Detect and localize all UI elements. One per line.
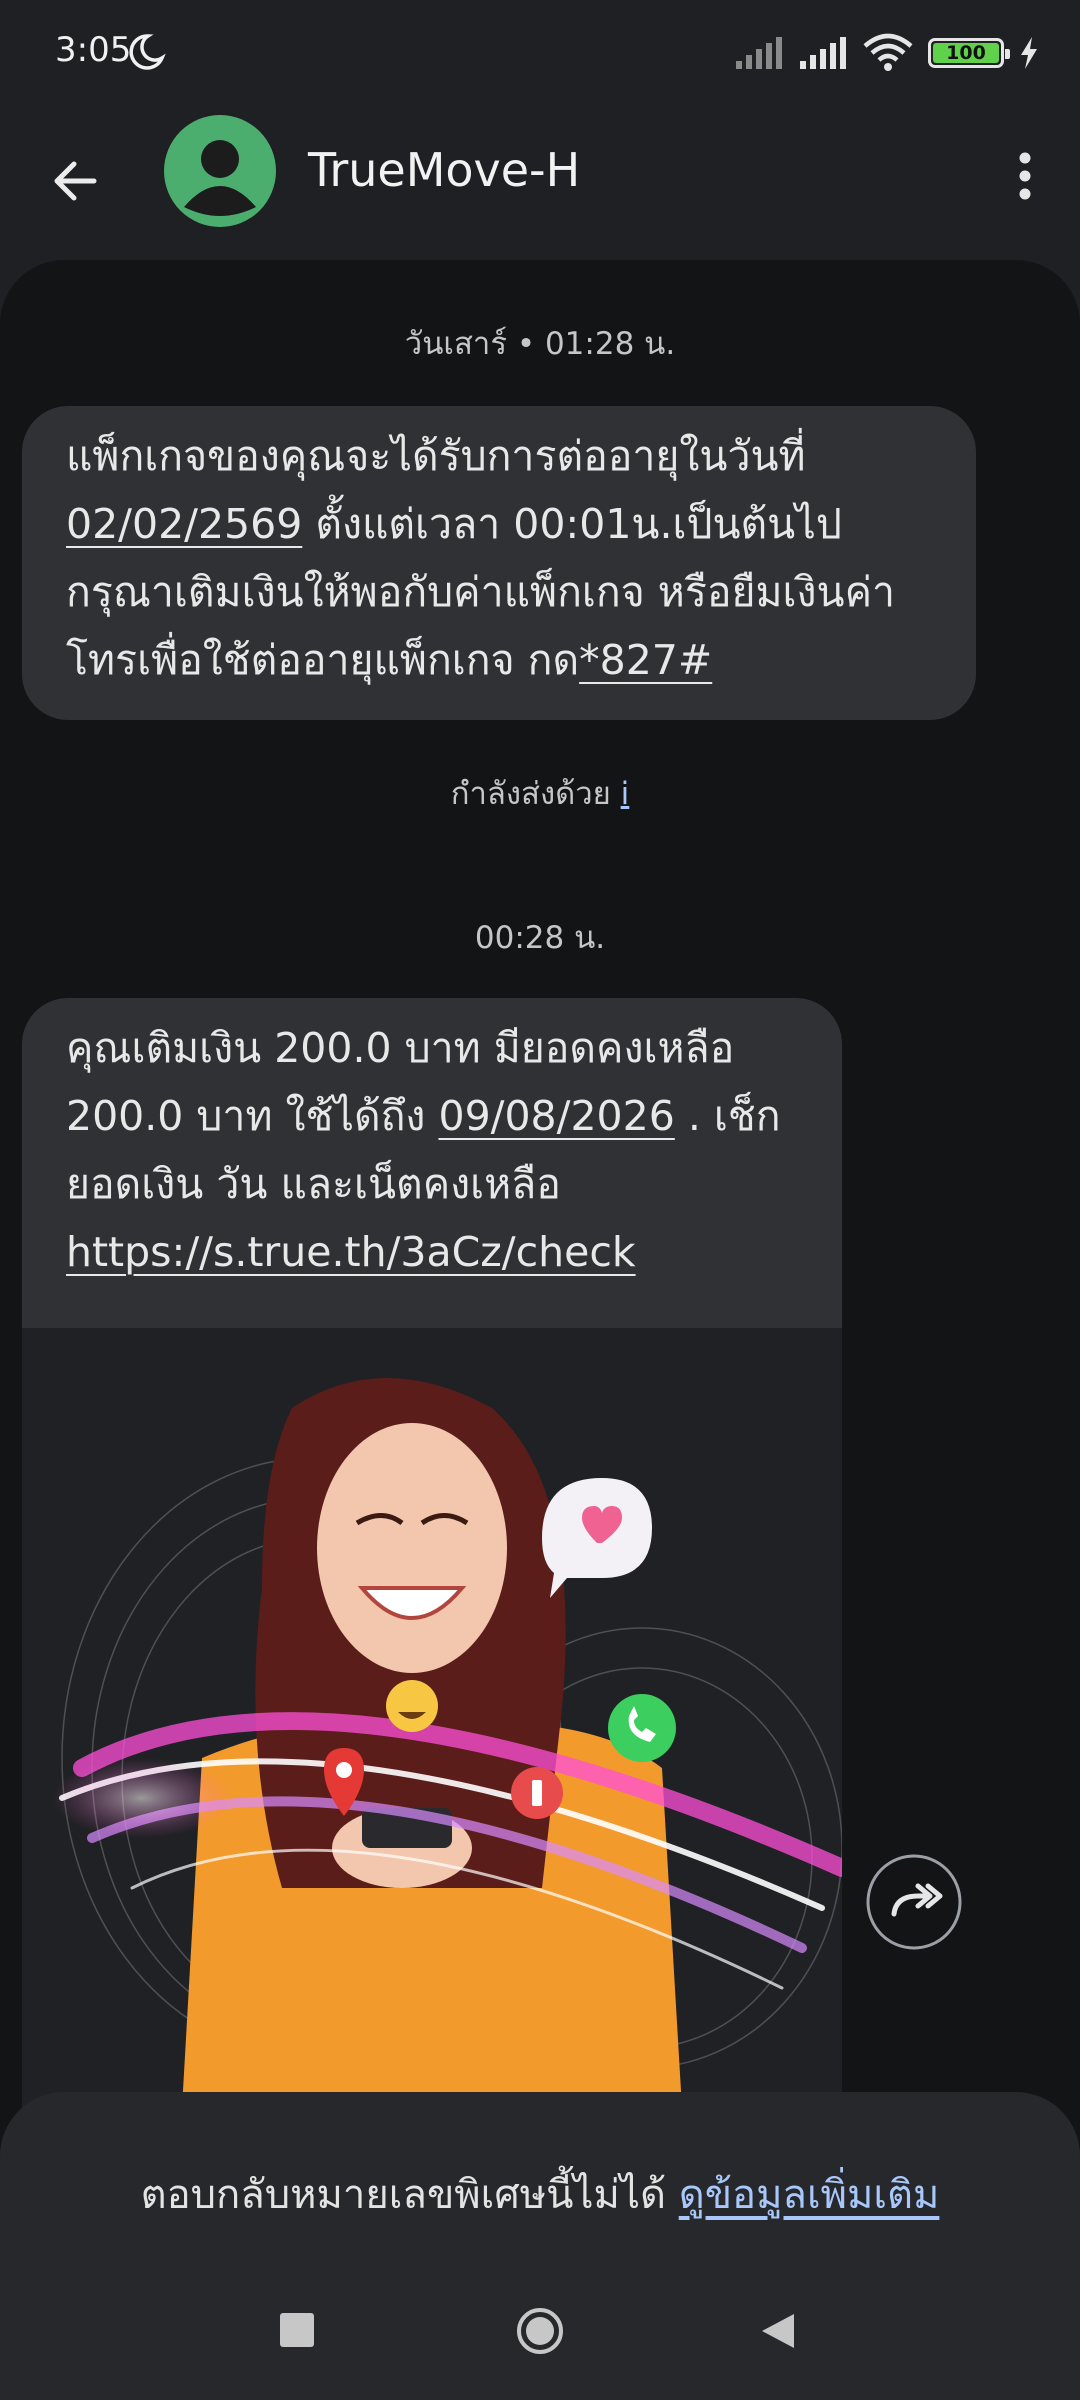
message-timestamp: วันเสาร์ • 01:28 น.	[404, 326, 676, 362]
message-bubble[interactable]: แพ็กเกจของคุณจะได้รับการต่ออายุในวันที่ …	[22, 406, 976, 720]
sent-via-text: กำลังส่งด้วย	[450, 776, 611, 812]
reply-unavailable-note: ตอบกลับหมายเลขพิเศษนี้ไม่ได้ ดูข้อมูลเพิ…	[0, 2162, 1080, 2226]
battery-icon: 100	[928, 37, 1010, 68]
avatar[interactable]	[164, 115, 276, 227]
signal-icon	[736, 36, 782, 69]
recents-icon[interactable]	[280, 2313, 314, 2347]
contact-name: TrueMove-H	[308, 143, 581, 197]
wifi-icon	[863, 33, 913, 71]
message-timestamp: 00:28 น.	[474, 920, 606, 956]
moon-icon	[129, 34, 166, 70]
ussd-link[interactable]: *827#	[579, 636, 712, 684]
forward-icon[interactable]	[866, 1854, 962, 1950]
signal-icon	[800, 36, 846, 69]
status-bar: 3:05 100	[0, 0, 1080, 105]
message-text: คุณเติมเงิน 200.0 บาท มียอดคงเหลือ	[66, 1024, 735, 1072]
back-arrow-icon[interactable]	[40, 145, 112, 217]
nav-back-icon[interactable]	[760, 2312, 796, 2350]
message-text: . เช็ก	[674, 1092, 781, 1140]
status-time: 3:05	[55, 30, 132, 70]
info-icon[interactable]: i	[621, 776, 630, 812]
url-link[interactable]: https://s.true.th/3aCz/check	[66, 1228, 636, 1276]
reply-note-text: ตอบกลับหมายเลขพิเศษนี้ไม่ได้	[140, 2172, 679, 2218]
conversation-list[interactable]: วันเสาร์ • 01:28 น. แพ็กเกจของคุณจะได้รั…	[0, 260, 1080, 2400]
message-text: ยอดเงิน วัน และเน็ตคงเหลือ	[66, 1160, 561, 1208]
system-navigation-bar	[0, 2270, 1080, 2400]
more-vert-icon[interactable]	[990, 141, 1060, 211]
charging-icon	[1021, 36, 1037, 69]
app-bar: TrueMove-H	[0, 105, 1080, 260]
battery-level: 100	[946, 41, 986, 64]
home-icon[interactable]	[516, 2307, 564, 2355]
message-text: ตั้งแต่เวลา 00:01น.เป็นต้นไป	[302, 500, 842, 548]
date-link[interactable]: 09/08/2026	[438, 1092, 674, 1140]
learn-more-link[interactable]: ดูข้อมูลเพิ่มเติม	[679, 2172, 940, 2218]
message-text: กรุณาเติมเงินให้พอกับค่าแพ็กเกจ หรือยืมเ…	[66, 568, 896, 616]
message-text: โทรเพื่อใช้ต่ออายุแพ็กเกจ กด	[66, 636, 580, 684]
person-icon	[184, 140, 256, 216]
message-text: แพ็กเกจของคุณจะได้รับการต่ออายุในวันที่	[66, 432, 806, 480]
message-text: 200.0 บาท ใช้ได้ถึง	[66, 1092, 439, 1140]
promo-illustration	[22, 1328, 842, 2108]
promo-image[interactable]	[22, 1328, 842, 2108]
sent-via-label: กำลังส่งด้วย i	[0, 768, 1080, 818]
date-link[interactable]: 02/02/2569	[66, 500, 302, 548]
